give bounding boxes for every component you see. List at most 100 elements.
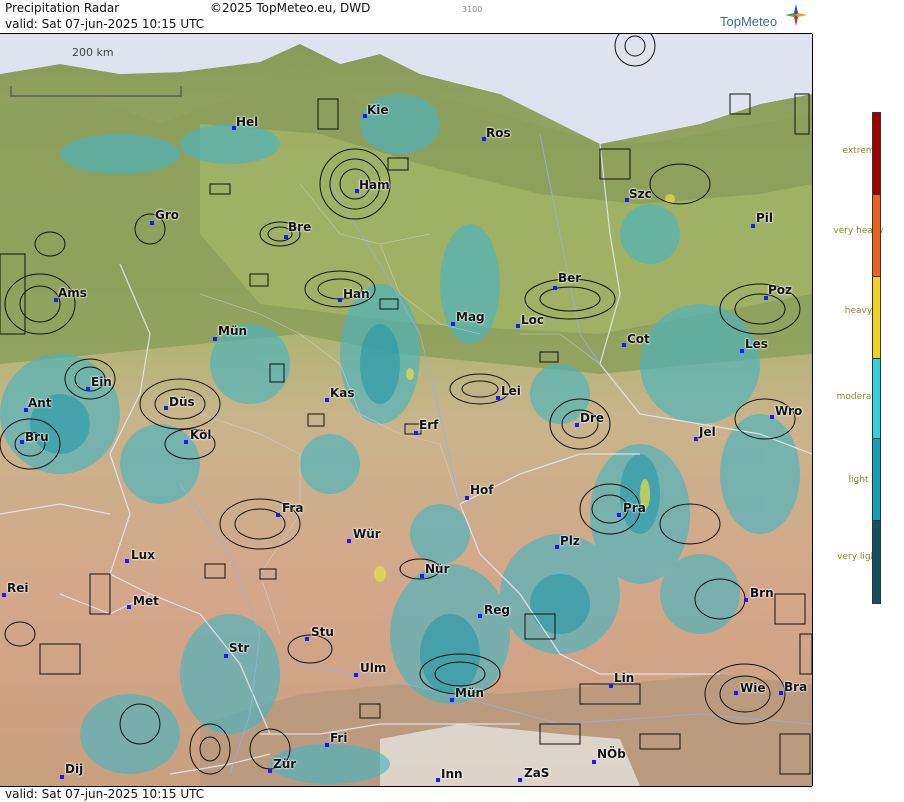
city-label-erf: Erf	[419, 418, 439, 432]
city-label-dij: Dij	[65, 762, 84, 776]
scale-bar	[10, 86, 182, 97]
city-label-zur: Zür	[273, 757, 297, 771]
city-label-les: Les	[745, 337, 768, 351]
legend-swatch-light	[872, 438, 881, 522]
city-label-lei: Lei	[501, 384, 521, 398]
city-marker	[592, 760, 596, 764]
valid-time-bottom: valid: Sat 07-jun-2025 10:15 UTC	[5, 787, 205, 801]
city-marker	[465, 496, 469, 500]
city-marker	[478, 614, 482, 618]
city-marker	[694, 437, 698, 441]
city-marker	[20, 440, 24, 444]
city-label-wie: Wie	[740, 681, 766, 695]
city-label-ulm: Ulm	[360, 661, 387, 675]
city-label-bru: Bru	[25, 430, 49, 444]
city-marker	[60, 775, 64, 779]
city-marker	[164, 406, 168, 410]
city-marker	[86, 387, 90, 391]
city-label-pil: Pil	[756, 211, 774, 225]
city-label-bra: Bra	[784, 680, 808, 694]
city-marker	[347, 539, 351, 543]
city-label-ros: Ros	[486, 126, 511, 140]
city-marker	[779, 691, 783, 695]
city-label-wur: Wür	[353, 527, 381, 541]
city-label-inn: Inn	[441, 767, 463, 781]
map-footer: valid: Sat 07-jun-2025 10:15 UTC	[0, 786, 812, 802]
legend-swatch-very-heavy	[872, 194, 881, 278]
city-marker	[555, 545, 559, 549]
city-label-loc: Loc	[521, 313, 545, 327]
city-marker	[325, 398, 329, 402]
city-marker	[305, 637, 309, 641]
city-label-met: Met	[133, 594, 159, 608]
city-marker	[268, 769, 272, 773]
map-code: 3100	[462, 5, 483, 14]
city-label-dre: Dre	[580, 411, 605, 425]
topmeteo-logo: TopMeteo	[720, 14, 778, 29]
city-label-ant: Ant	[28, 396, 52, 410]
city-label-hel: Hel	[236, 115, 259, 129]
legend-label-very-heavy: very heavy	[833, 226, 884, 236]
city-marker	[734, 691, 738, 695]
legend-label-light: light	[848, 475, 869, 485]
city-label-reg: Reg	[484, 603, 510, 617]
compass-rose-icon	[785, 4, 807, 26]
city-label-mun-north: Mün	[218, 324, 248, 338]
city-marker	[436, 778, 440, 782]
city-label-kas: Kas	[330, 386, 355, 400]
city-label-brn: Brn	[750, 586, 774, 600]
city-marker	[518, 778, 522, 782]
precipitation-legend: extrem very heavy heavy moderate light v…	[813, 0, 904, 801]
city-label-fra: Fra	[282, 501, 304, 515]
city-marker	[150, 221, 154, 225]
city-label-fri: Fri	[330, 731, 348, 745]
city-marker	[751, 224, 755, 228]
city-label-poz: Poz	[768, 283, 793, 297]
legend-swatch-moderate	[872, 358, 881, 440]
city-marker	[740, 349, 744, 353]
city-label-wro: Wro	[775, 404, 803, 418]
city-label-ein: Ein	[91, 375, 112, 389]
city-marker	[276, 513, 280, 517]
city-marker	[609, 684, 613, 688]
city-marker	[516, 324, 520, 328]
city-label-hof: Hof	[470, 483, 494, 497]
map-title: Precipitation Radar	[5, 1, 120, 15]
city-marker	[338, 298, 342, 302]
city-marker	[420, 574, 424, 578]
legend-swatch-extrem	[872, 112, 881, 196]
city-label-lin: Lin	[614, 671, 635, 685]
city-label-cot: Cot	[627, 332, 650, 346]
map-canvas	[0, 34, 812, 786]
city-label-dus: Düs	[169, 395, 195, 409]
city-marker	[553, 286, 557, 290]
city-label-lux: Lux	[131, 548, 155, 562]
radar-map[interactable]: 200 km Hel Kie Ros Ham Szc Gro Bre Pil A…	[0, 34, 813, 786]
city-marker	[125, 559, 129, 563]
city-label-mun-south: Mün	[455, 686, 485, 700]
city-marker	[744, 598, 748, 602]
city-marker	[284, 235, 288, 239]
map-header: Precipitation Radar ©2025 TopMeteo.eu, D…	[0, 0, 812, 34]
valid-time-top: valid: Sat 07-jun-2025 10:15 UTC	[5, 17, 205, 31]
city-label-jel: Jel	[699, 425, 716, 439]
city-label-kol: Köl	[190, 428, 212, 442]
city-label-gro: Gro	[155, 208, 180, 222]
city-marker	[127, 605, 131, 609]
city-label-nur: Nür	[425, 562, 450, 576]
city-label-ber: Ber	[558, 271, 582, 285]
city-marker	[325, 743, 329, 747]
city-label-szc: Szc	[629, 187, 652, 201]
scale-bar-label: 200 km	[72, 46, 114, 59]
city-marker	[213, 337, 217, 341]
city-label-rei: Rei	[7, 581, 29, 595]
legend-label-very-light: very light	[837, 552, 880, 562]
city-label-mag: Mag	[456, 310, 485, 324]
city-label-nob: NÖb	[597, 747, 626, 761]
city-marker	[451, 322, 455, 326]
city-label-kie: Kie	[367, 103, 389, 117]
city-marker	[575, 423, 579, 427]
legend-swatch-very-light	[872, 520, 881, 604]
city-marker	[617, 513, 621, 517]
legend-label-extrem: extrem	[842, 146, 875, 156]
